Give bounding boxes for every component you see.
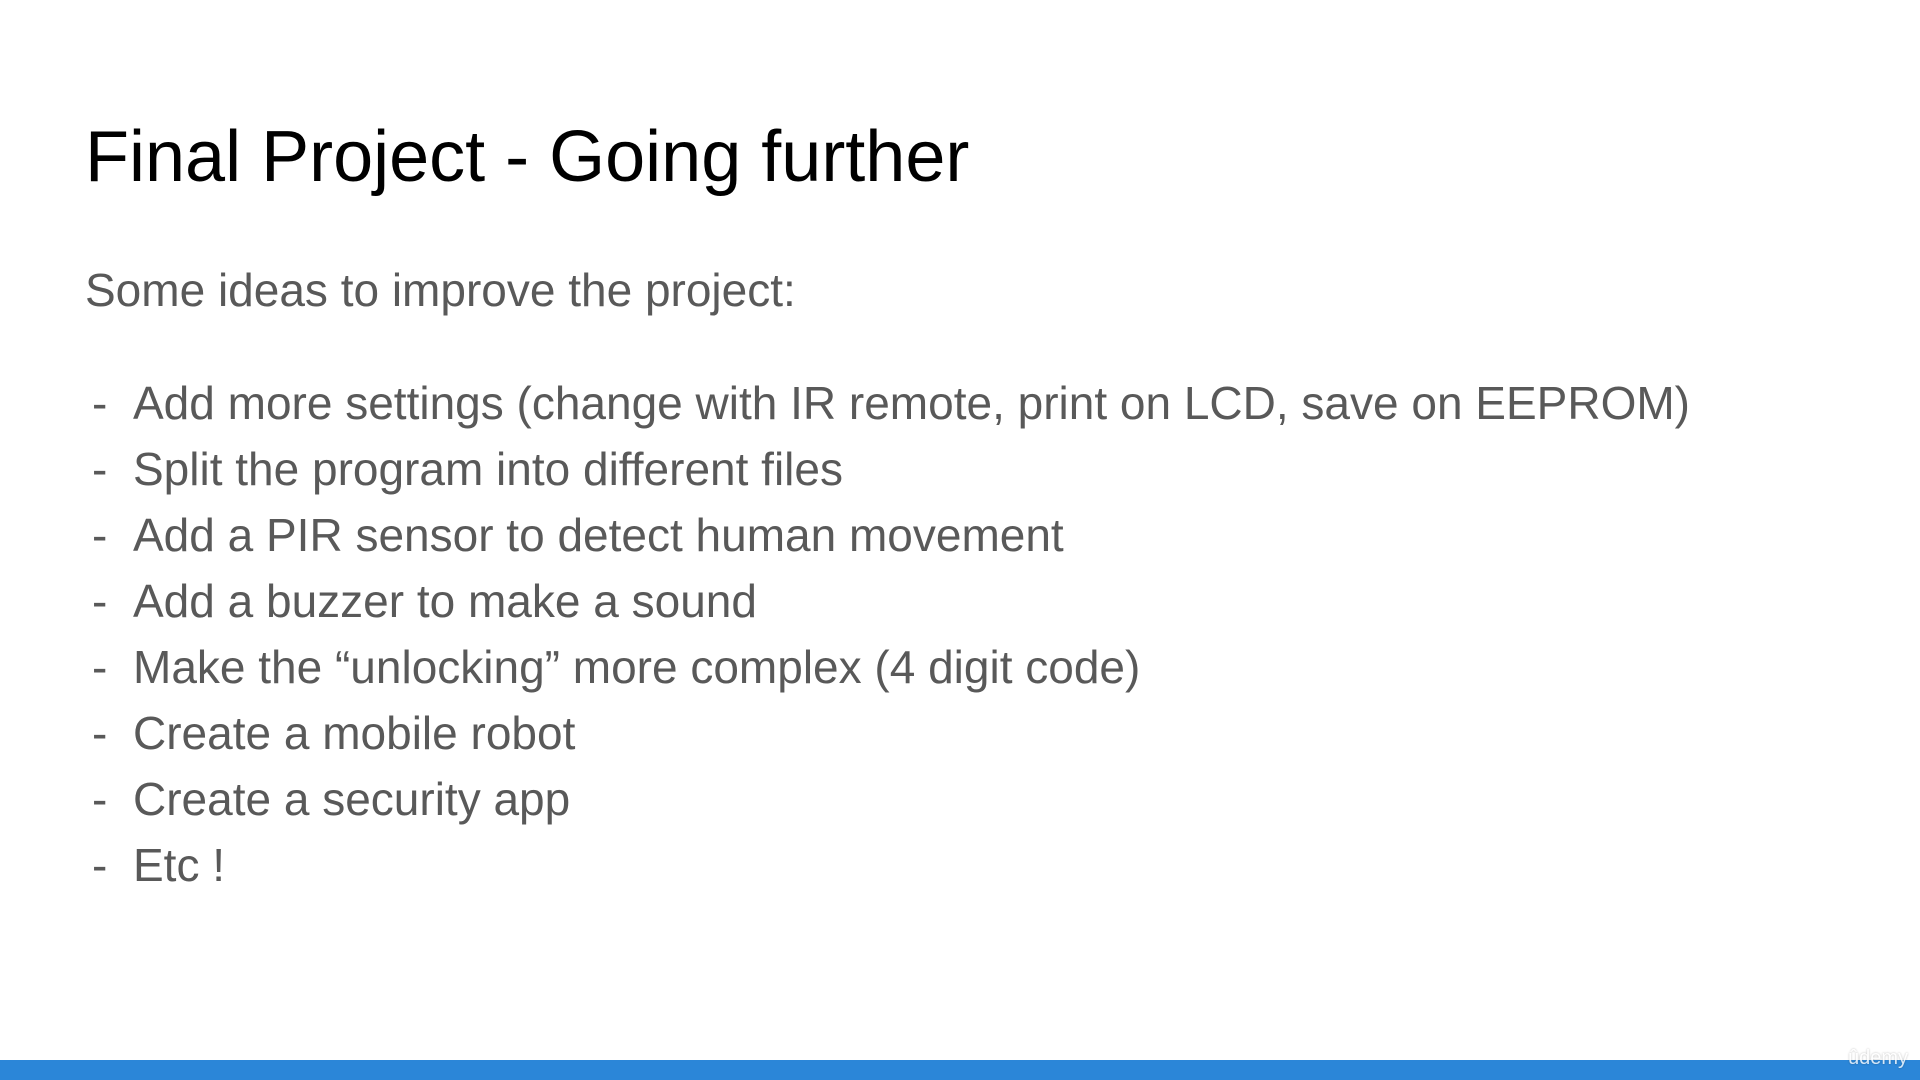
list-item-text: Add a buzzer to make a sound: [133, 575, 757, 627]
ideas-list: - Add more settings (change with IR remo…: [85, 370, 1690, 898]
list-item-text: Create a mobile robot: [133, 707, 576, 759]
bullet-dash: -: [92, 575, 108, 627]
list-item: - Split the program into different files: [85, 436, 1690, 502]
list-item-text: Create a security app: [133, 773, 571, 825]
bullet-dash: -: [92, 443, 108, 495]
list-item: - Create a security app: [85, 766, 1690, 832]
list-item: - Make the “unlocking” more complex (4 d…: [85, 634, 1690, 700]
udemy-watermark: ûdemy: [1847, 1047, 1908, 1069]
list-item-text: Split the program into different files: [133, 443, 843, 495]
bullet-dash: -: [92, 377, 108, 429]
list-item-text: Make the “unlocking” more complex (4 dig…: [133, 641, 1141, 693]
list-item-text: Add a PIR sensor to detect human movemen…: [133, 509, 1064, 561]
list-item: - Add a PIR sensor to detect human movem…: [85, 502, 1690, 568]
list-item: - Etc !: [85, 832, 1690, 898]
bullet-dash: -: [92, 773, 108, 825]
bullet-dash: -: [92, 839, 108, 891]
bottom-accent-bar: [0, 1060, 1920, 1080]
list-item-text: Add more settings (change with IR remote…: [133, 377, 1690, 429]
bullet-dash: -: [92, 641, 108, 693]
slide-subtitle: Some ideas to improve the project:: [85, 264, 796, 316]
list-item: - Add a buzzer to make a sound: [85, 568, 1690, 634]
slide: Final Project - Going further Some ideas…: [0, 0, 1920, 1080]
list-item: - Create a mobile robot: [85, 700, 1690, 766]
bullet-dash: -: [92, 707, 108, 759]
list-item: - Add more settings (change with IR remo…: [85, 370, 1690, 436]
slide-title: Final Project - Going further: [85, 117, 970, 197]
bullet-dash: -: [92, 509, 108, 561]
list-item-text: Etc !: [133, 839, 226, 891]
